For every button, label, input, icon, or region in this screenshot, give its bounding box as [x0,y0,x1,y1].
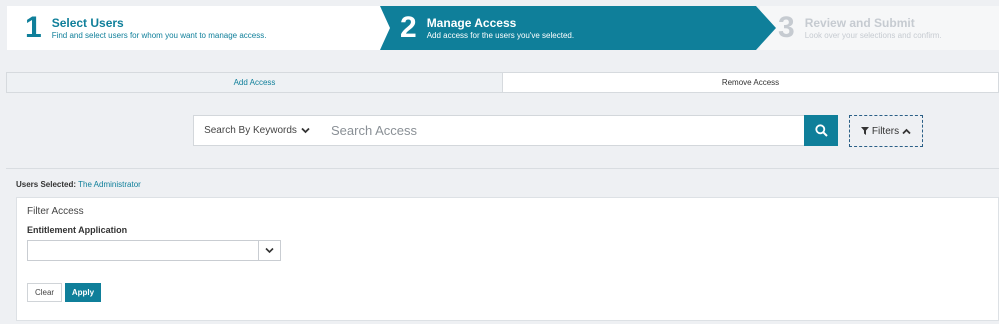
step-title: Review and Submit [804,15,915,30]
chevron-up-icon [902,128,911,134]
select-caret[interactable] [258,241,280,260]
step-number: 3 [778,11,795,44]
apply-button[interactable]: Apply [65,283,101,302]
access-tabs: Add Access Remove Access [6,72,999,93]
chevron-down-icon [265,247,274,254]
search-button[interactable] [804,115,838,146]
users-selected-value[interactable]: The Administrator [78,180,141,189]
filter-icon [860,127,869,135]
filters-label: Filters [871,125,900,137]
step-subtitle: Find and select users for whom you want … [51,30,267,40]
clear-button[interactable]: Clear [27,283,62,302]
search-type-dropdown[interactable]: Search By Keywords [193,115,321,146]
users-selected-label: Users Selected: [16,180,77,189]
entitlement-application-select[interactable] [27,240,281,261]
step-title: Manage Access [426,15,517,30]
filter-access-panel: Filter Access Entitlement Application Cl… [16,197,999,321]
search-input[interactable] [320,115,805,146]
section-divider [6,168,999,169]
step-subtitle: Add access for the users you've selected… [426,30,575,40]
wizard-steps: 1 Select Users Find and select users for… [0,6,999,50]
wizard-step-review-submit: 3 Review and Submit Look over your selec… [760,6,999,50]
search-icon [814,124,828,137]
search-type-label: Search By Keywords [204,125,297,136]
wizard-step-manage-access: 2 Manage Access Add access for the users… [380,6,776,50]
step-title: Select Users [51,15,124,30]
entitlement-application-label: Entitlement Application [27,225,128,235]
users-selected: Users Selected: The Administrator [16,180,141,189]
step-subtitle: Look over your selections and confirm. [804,30,942,40]
filter-panel-title: Filter Access [27,206,84,217]
wizard-step-select-users[interactable]: 1 Select Users Find and select users for… [7,6,397,50]
step-number: 2 [400,11,417,44]
chevron-down-icon [301,127,310,134]
tab-remove-access[interactable]: Remove Access [503,72,999,93]
filters-toggle-button[interactable]: Filters [849,115,923,147]
entitlement-application-value [28,241,258,260]
tab-add-access[interactable]: Add Access [6,72,503,93]
step-number: 1 [25,11,42,44]
